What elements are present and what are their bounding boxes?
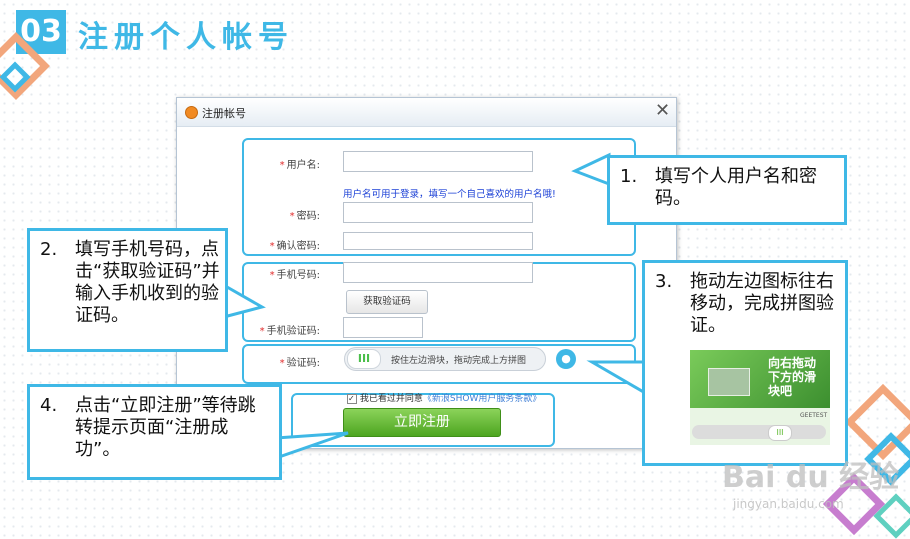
dialog-title: 注册帐号 — [202, 107, 246, 120]
callout-text: 拖动左边图标往右移动，完成拼图验证。 — [690, 271, 834, 336]
terms-link[interactable]: 《新浪SHOW用户服务条款》 — [423, 394, 541, 404]
register-button[interactable]: 立即注册 — [343, 408, 501, 437]
captcha-slider[interactable]: III 按住左边滑块，拖动完成上方拼图 — [344, 347, 546, 371]
puzzle-text: 向右拖动下方的滑块吧 — [768, 356, 817, 398]
geetest-logo: GEETEST — [800, 412, 828, 419]
sms-code-label: * 手机验证码: — [259, 326, 320, 337]
password-input[interactable] — [343, 202, 533, 223]
baidu-watermark: Bai du 经验 — [722, 460, 900, 495]
callout-number: 2. — [40, 239, 58, 260]
password-label: * 密码: — [289, 211, 320, 222]
page-title: 注册个人帐号 — [78, 20, 294, 55]
confirm-password-label: * 确认密码: — [269, 241, 320, 252]
slider-knob[interactable]: III — [347, 349, 381, 369]
sms-code-input[interactable] — [343, 317, 423, 338]
callout-step1: 1. 填写个人用户名和密码。 — [607, 155, 847, 225]
watermark-url: jingyan.baidu.com — [733, 497, 844, 511]
callout-text: 填写个人用户名和密码。 — [655, 166, 817, 209]
callout-text: 填写手机号码，点击“获取验证码”并输入手机收到的验证码。 — [75, 239, 220, 326]
puzzle-slider-knob: III — [768, 425, 792, 441]
username-label: * 用户名: — [279, 160, 320, 171]
get-code-button[interactable]: 获取验证码 — [346, 290, 428, 314]
callout-text: 点击“立即注册”等待跳转提示页面“注册成功”。 — [75, 395, 256, 460]
captcha-label: * 验证码: — [279, 358, 320, 369]
puzzle-piece — [708, 368, 750, 396]
puzzle-slider-track: III — [692, 425, 826, 441]
callout-step2: 2. 填写手机号码，点击“获取验证码”并输入手机收到的验证码。 — [27, 228, 228, 352]
close-icon[interactable]: ✕ — [655, 100, 670, 121]
dialog-titlebar: 注册帐号 ✕ — [177, 98, 676, 127]
callout-number: 1. — [620, 166, 638, 187]
agreement-checkbox[interactable]: ✓ — [347, 393, 357, 404]
phone-label: * 手机号码: — [269, 270, 320, 281]
puzzle-scene: 向右拖动下方的滑块吧 — [690, 350, 830, 408]
confirm-password-input[interactable] — [343, 232, 533, 250]
puzzle-captcha-image: 向右拖动下方的滑块吧 GEETEST III — [690, 350, 830, 445]
callout-number: 4. — [40, 395, 58, 416]
app-logo-icon — [185, 106, 198, 119]
username-hint: 用户名可用于登录，填写一个自己喜欢的用户名哦! — [343, 189, 556, 200]
agreement-row: ✓ 我已看过并同意《新浪SHOW用户服务条款》 — [347, 391, 541, 404]
agreement-text: 我已看过并同意 — [359, 394, 423, 404]
username-input[interactable] — [343, 151, 533, 172]
callout-step4: 4. 点击“立即注册”等待跳转提示页面“注册成功”。 — [27, 384, 282, 480]
lock-icon: ● — [556, 349, 576, 369]
callout-number: 3. — [655, 271, 673, 292]
slider-text: 按住左边滑块，拖动完成上方拼图 — [391, 356, 527, 366]
phone-input[interactable] — [343, 262, 533, 283]
